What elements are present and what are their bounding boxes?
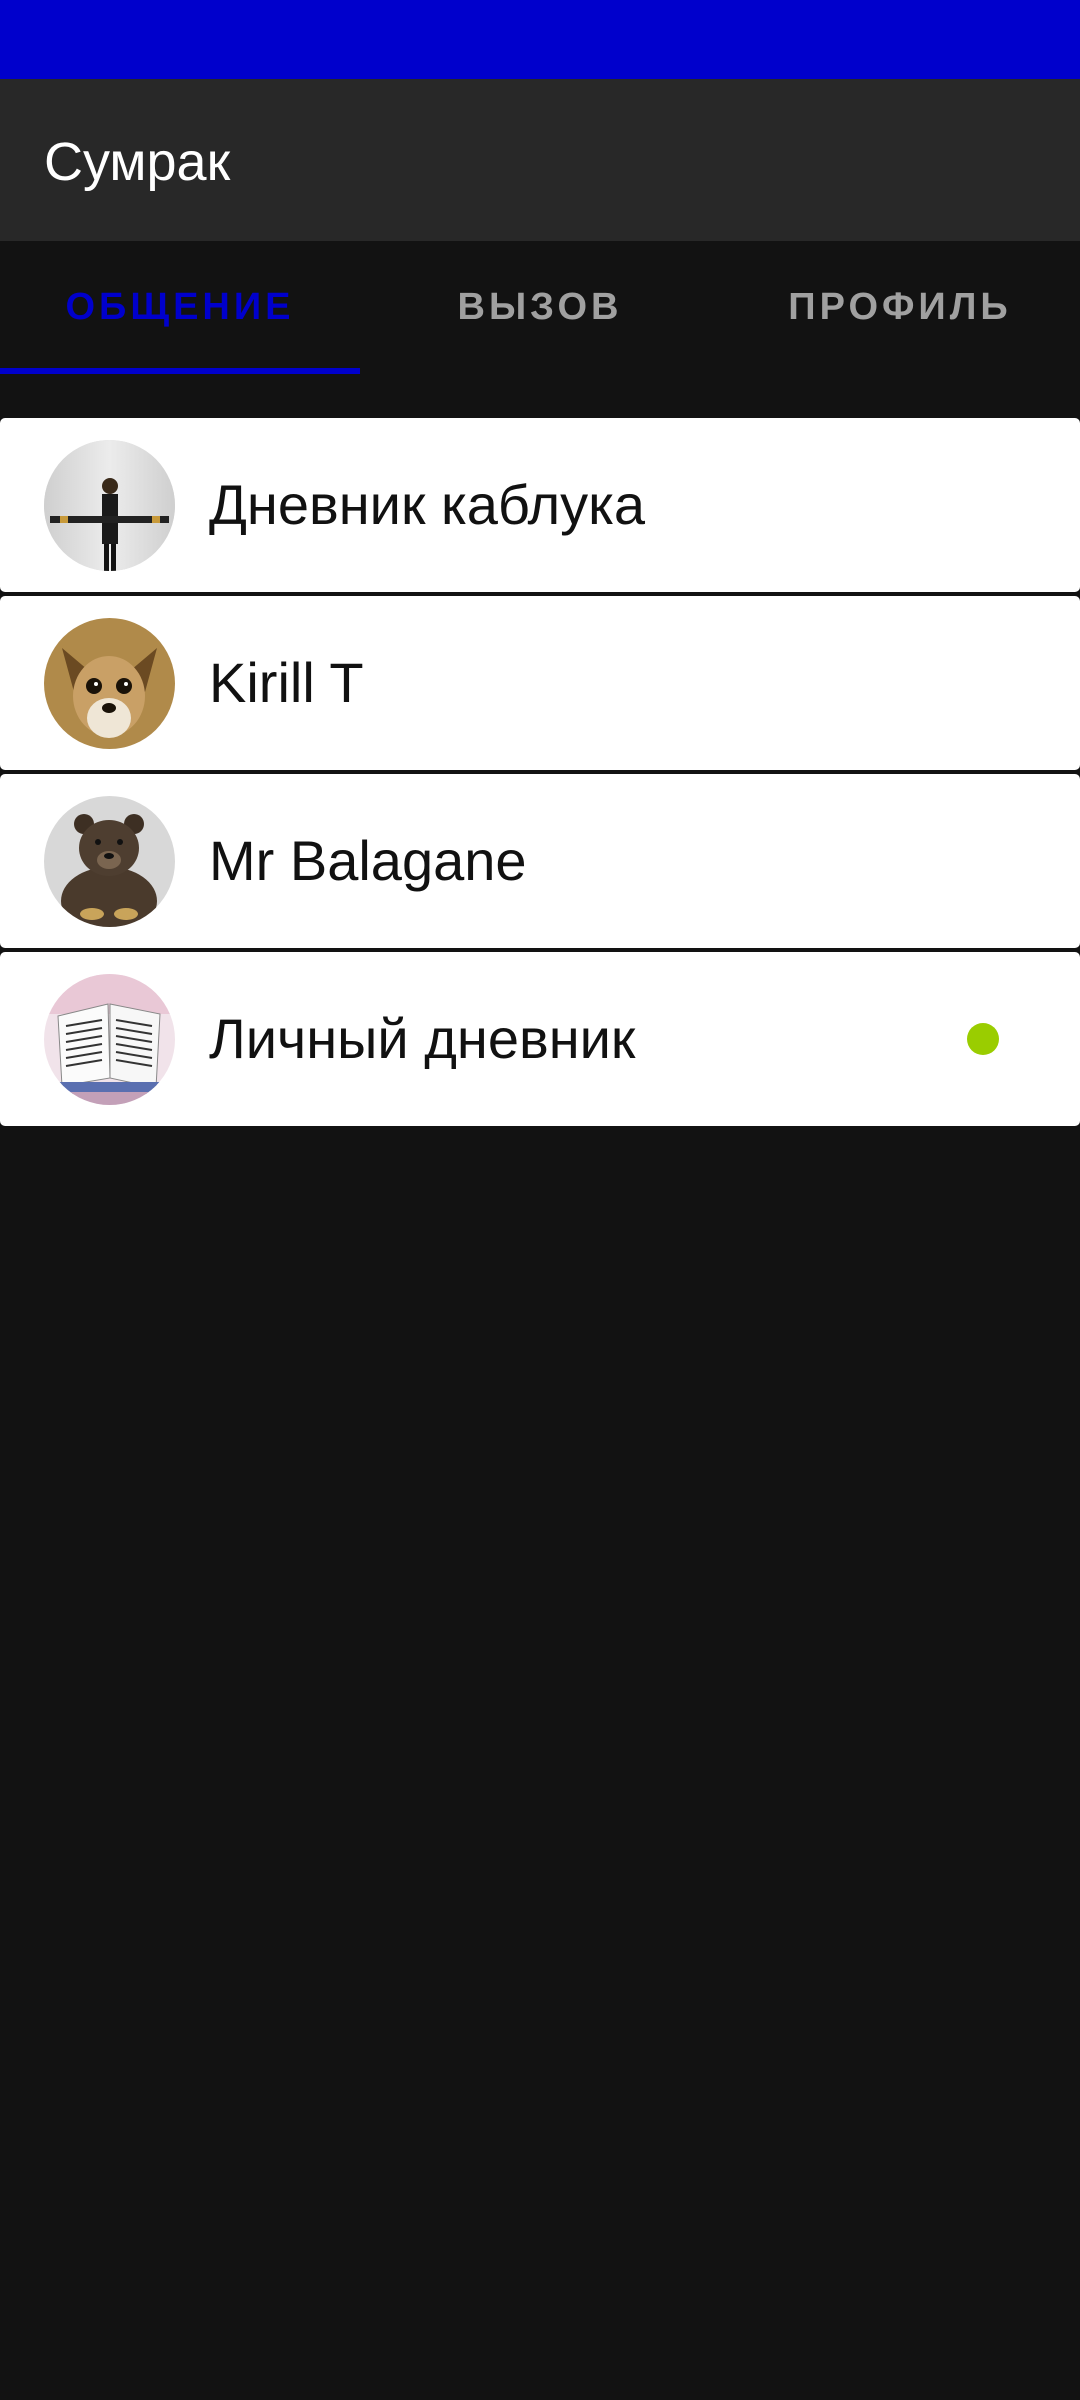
tab-calls[interactable]: ВЫЗОВ xyxy=(360,241,720,374)
active-tab-indicator xyxy=(0,368,360,374)
chat-item-heel-diary[interactable]: Дневник каблука xyxy=(0,418,1080,592)
chat-item-mr-balagane[interactable]: Mr Balagane xyxy=(0,774,1080,948)
figure-avatar xyxy=(44,440,175,571)
tab-chats[interactable]: ОБЩЕНИЕ xyxy=(0,241,360,374)
chat-item-name: Дневник каблука xyxy=(209,473,645,536)
diary-avatar xyxy=(44,974,175,1105)
app-bar: Сумрак xyxy=(0,79,1080,241)
chat-item-name: Kirill T xyxy=(209,651,364,714)
status-bar xyxy=(0,0,1080,79)
chat-item-kirill[interactable]: Kirill T xyxy=(0,596,1080,770)
chat-item-name: Mr Balagane xyxy=(209,829,527,892)
bear-avatar xyxy=(44,796,175,927)
tab-profile-label: ПРОФИЛЬ xyxy=(788,286,1012,328)
chat-item-personal-diary[interactable]: Личный дневник xyxy=(0,952,1080,1126)
unread-indicator xyxy=(967,1023,999,1055)
tab-bar: ОБЩЕНИЕ ВЫЗОВ ПРОФИЛЬ xyxy=(0,241,1080,374)
chihuahua-avatar xyxy=(44,618,175,749)
tab-profile[interactable]: ПРОФИЛЬ xyxy=(720,241,1080,374)
chat-item-name: Личный дневник xyxy=(209,1007,636,1070)
app-title: Сумрак xyxy=(44,132,231,192)
chat-list: Дневник каблука Kirill T Mr Balagane Лич… xyxy=(0,418,1080,1130)
tab-chats-label: ОБЩЕНИЕ xyxy=(65,286,295,328)
tab-calls-label: ВЫЗОВ xyxy=(457,286,623,328)
